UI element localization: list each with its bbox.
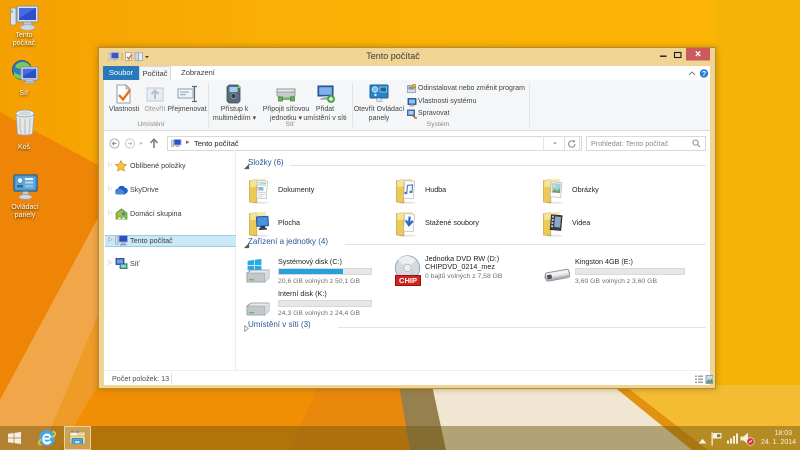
svg-text:?: ? — [702, 71, 706, 78]
